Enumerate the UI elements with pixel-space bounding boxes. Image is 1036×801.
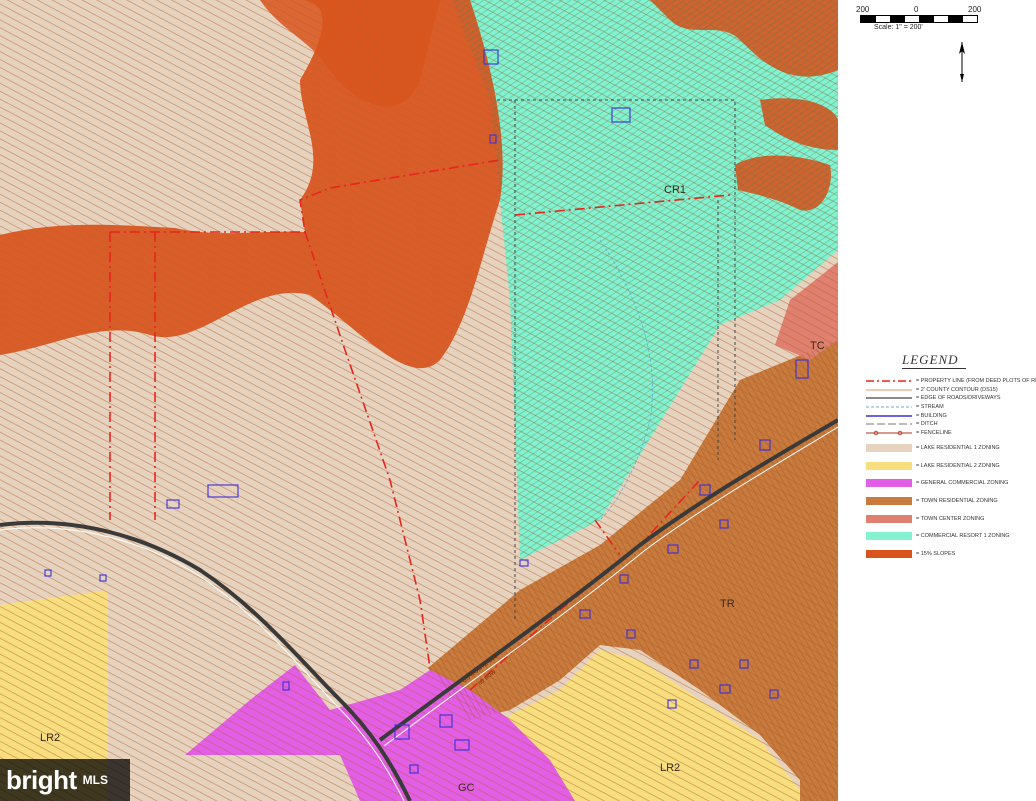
legend-line-item: = BUILDING (866, 411, 1036, 420)
legend-zone-label: = GENERAL COMMERCIAL ZONING (916, 480, 1009, 487)
legend-zone-label: = LAKE RESIDENTIAL 2 ZONING (916, 462, 1000, 469)
legend: LEGEND = PROPERTY LINE (FROM DEED PLOTS … (866, 352, 1036, 563)
map-label-gc: GC (458, 782, 475, 794)
legend-zone-swatch (866, 479, 912, 488)
watermark-brand: bright (6, 764, 77, 795)
legend-zone-item: = LAKE RESIDENTIAL 1 ZONING (866, 439, 1036, 457)
legend-line-label: = FENCELINE (916, 429, 952, 436)
legend-line-symbol (866, 395, 912, 401)
scale-bar-graphic (860, 15, 978, 23)
legend-zone-label: = TOWN CENTER ZONING (916, 515, 985, 522)
legend-line-symbol (866, 387, 912, 393)
legend-zone-swatch (866, 461, 912, 470)
scale-right-value: 200 (968, 5, 982, 14)
legend-zone-swatch (866, 532, 912, 541)
legend-line-item: = PROPERTY LINE (FROM DEED PLOTS OF RECO… (866, 377, 1036, 386)
legend-zone-label: = LAKE RESIDENTIAL 1 ZONING (916, 445, 1000, 451)
scale-caption: Scale: 1" = 200' (874, 24, 923, 31)
legend-zone-item: = COMMERCIAL RESORT 1 ZONING (866, 528, 1036, 546)
legend-zone-items: = LAKE RESIDENTIAL 1 ZONING = LAKE RESIDE… (866, 439, 1036, 563)
legend-line-item: = DITCH (866, 420, 1036, 429)
scale-center-value: 0 (914, 5, 919, 14)
map-label-lr2-left: LR2 (40, 732, 60, 744)
legend-line-symbol (866, 404, 912, 410)
north-arrow-icon (959, 42, 965, 82)
legend-line-item: = FENCELINE (866, 429, 1036, 438)
map-sidebar: 200 0 200 Scale: 1" = 200' LEGEND = PROP… (838, 0, 1036, 801)
legend-line-item: = EDGE OF ROADS/DRIVEWAYS (866, 394, 1036, 403)
legend-line-item: = 2' COUNTY CONTOUR (DS15) (866, 386, 1036, 395)
legend-zone-swatch (866, 514, 912, 523)
legend-line-symbol (866, 430, 912, 436)
map-label-lr2-bottom: LR2 (660, 762, 680, 774)
legend-line-label: = EDGE OF ROADS/DRIVEWAYS (916, 395, 1001, 402)
legend-zone-swatch (866, 550, 912, 559)
legend-zone-item: = GENERAL COMMERCIAL ZONING (866, 475, 1036, 493)
legend-zone-item: = LAKE RESIDENTIAL 2 ZONING (866, 457, 1036, 475)
legend-line-label: = 2' COUNTY CONTOUR (DS15) (916, 386, 998, 393)
watermark-suffix: MLS (82, 773, 108, 787)
legend-line-symbol (866, 421, 912, 427)
legend-line-label: = DITCH (916, 421, 938, 428)
legend-line-label: = STREAM (916, 404, 944, 411)
legend-zone-item: = 15% SLOPES (866, 545, 1036, 563)
legend-zone-item: = TOWN CENTER ZONING (866, 510, 1036, 528)
legend-line-item: = STREAM (866, 403, 1036, 412)
legend-title: LEGEND (902, 352, 966, 369)
scale-bar: 200 0 200 Scale: 1" = 200' (856, 5, 1006, 31)
legend-zone-swatch (866, 444, 912, 452)
legend-line-symbol (866, 378, 912, 384)
legend-zone-label: = 15% SLOPES (916, 551, 956, 558)
bright-mls-watermark: bright MLS (0, 759, 130, 801)
legend-zone-swatch (866, 497, 912, 506)
scale-left-value: 200 (856, 5, 870, 14)
map-label-tr: TR (720, 598, 735, 610)
legend-line-label: = BUILDING (916, 412, 947, 419)
legend-zone-label: = TOWN RESIDENTIAL ZONING (916, 498, 998, 505)
zoning-map[interactable]: CR1 TC TR LR2 LR2 GC US ROUTE 219 80' RO… (0, 0, 838, 801)
legend-zone-item: = TOWN RESIDENTIAL ZONING (866, 492, 1036, 510)
legend-zone-label: = COMMERCIAL RESORT 1 ZONING (916, 533, 1010, 540)
legend-line-items: = PROPERTY LINE (FROM DEED PLOTS OF RECO… (866, 377, 1036, 437)
legend-line-symbol (866, 413, 912, 419)
legend-line-label: = PROPERTY LINE (FROM DEED PLOTS OF RECO… (916, 378, 1036, 385)
map-label-tc: TC (810, 340, 825, 352)
map-canvas: CR1 TC TR LR2 LR2 GC US ROUTE 219 80' RO… (0, 0, 838, 801)
map-label-cr1: CR1 (664, 184, 686, 196)
